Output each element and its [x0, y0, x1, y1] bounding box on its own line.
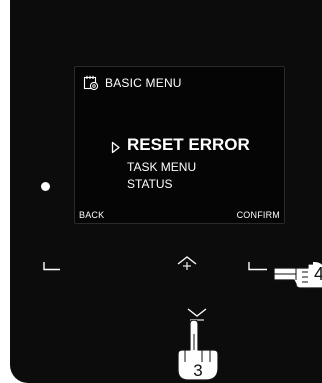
menu-item-label: TASK MENU — [127, 160, 197, 174]
callout-number-4: 4 — [313, 262, 322, 286]
menu-item-task-menu[interactable]: TASK MENU — [109, 159, 269, 176]
menu-item-reset-error[interactable]: RESET ERROR — [109, 135, 269, 157]
confirm-softkey-label: CONFIRM — [236, 210, 280, 220]
control-panel: BASIC MENU RESET ERROR TASK MENU STATUS … — [10, 0, 322, 383]
status-led — [41, 182, 50, 191]
right-softkey-button[interactable] — [248, 261, 268, 271]
back-softkey-label: BACK — [79, 210, 105, 220]
up-key-button[interactable] — [176, 254, 198, 274]
calendar-gear-icon — [83, 75, 99, 91]
left-softkey-button[interactable] — [43, 261, 61, 271]
chevron-up-icon — [176, 254, 198, 274]
selection-cursor-icon — [111, 139, 121, 159]
menu-list: RESET ERROR TASK MENU STATUS — [109, 135, 269, 193]
left-bracket-icon — [43, 261, 61, 271]
menu-item-label: RESET ERROR — [127, 135, 250, 154]
display-screen: BASIC MENU RESET ERROR TASK MENU STATUS … — [74, 66, 285, 224]
menu-item-status[interactable]: STATUS — [109, 176, 269, 193]
menu-item-label: STATUS — [127, 177, 173, 191]
screen-header: BASIC MENU — [83, 75, 182, 91]
right-bracket-icon — [248, 261, 268, 271]
softkey-bar: BACK CONFIRM — [79, 207, 280, 221]
screen-title: BASIC MENU — [105, 76, 182, 90]
callout-number-3: 3 — [193, 361, 203, 380]
